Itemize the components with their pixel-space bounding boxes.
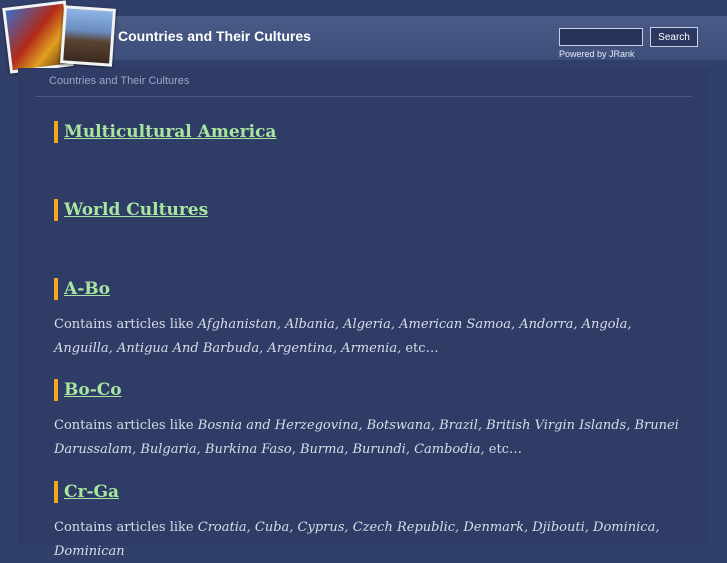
section-link[interactable]: A-Bo <box>64 279 110 299</box>
site-title[interactable]: Countries and Their Cultures <box>118 28 311 44</box>
description-prefix: Contains articles like <box>54 317 198 332</box>
section-heading: World Cultures <box>54 199 684 221</box>
section-heading: Bo-Co <box>54 379 684 401</box>
section-link[interactable]: Bo-Co <box>64 380 122 400</box>
section-heading: A-Bo <box>54 278 684 300</box>
description-prefix: Contains articles like <box>54 418 198 433</box>
search-button[interactable]: Search <box>650 27 698 47</box>
section-link[interactable]: Multicultural America <box>64 122 276 142</box>
section-link[interactable]: World Cultures <box>64 200 208 220</box>
breadcrumb[interactable]: Countries and Their Cultures <box>49 75 189 87</box>
divider <box>35 96 692 97</box>
search-input[interactable] <box>559 28 643 46</box>
section-description: Contains articles like Croatia, Cuba, Cy… <box>54 516 684 563</box>
section-heading: Cr-Ga <box>54 481 684 503</box>
powered-by-text: Powered by JRank <box>559 49 635 59</box>
site-header: Countries and Their Cultures Search Powe… <box>0 0 727 74</box>
section-heading: Multicultural America <box>54 121 684 143</box>
section-world-cultures: World Cultures <box>54 199 684 221</box>
description-suffix: etc… <box>484 441 522 457</box>
section-description: Contains articles like Bosnia and Herzeg… <box>54 414 684 461</box>
section-link[interactable]: Cr-Ga <box>64 482 119 502</box>
section-bo-co: Bo-Co Contains articles like Bosnia and … <box>54 379 684 461</box>
section-multicultural-america: Multicultural America <box>54 121 684 143</box>
description-suffix: etc… <box>401 340 439 356</box>
section-description: Contains articles like Afghanistan, Alba… <box>54 313 684 360</box>
logo-photo-statues[interactable] <box>60 5 116 67</box>
description-prefix: Contains articles like <box>54 520 198 535</box>
section-a-bo: A-Bo Contains articles like Afghanistan,… <box>54 278 684 360</box>
section-cr-ga: Cr-Ga Contains articles like Croatia, Cu… <box>54 481 684 563</box>
